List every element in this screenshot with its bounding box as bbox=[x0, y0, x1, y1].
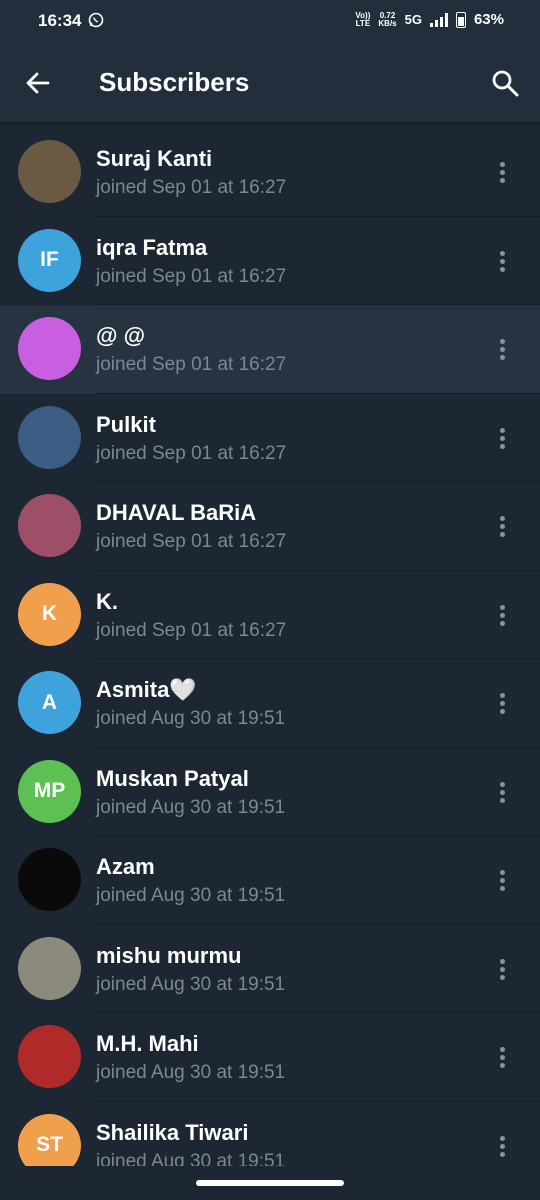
back-arrow-icon[interactable] bbox=[24, 69, 52, 97]
more-options-icon[interactable] bbox=[500, 516, 506, 538]
home-gesture-bar[interactable] bbox=[196, 1180, 344, 1186]
avatar[interactable] bbox=[18, 494, 81, 557]
subscriber-row[interactable]: mishu murmu joined Aug 30 at 19:51 bbox=[0, 925, 540, 1013]
subscriber-name: Muskan Patyal bbox=[96, 765, 249, 791]
subscriber-row[interactable]: Suraj Kanti joined Sep 01 at 16:27 bbox=[0, 128, 540, 217]
subscriber-row[interactable]: A Asmita🤍 joined Aug 30 at 19:51 bbox=[0, 659, 540, 748]
subscriber-name: @ @ bbox=[96, 323, 146, 348]
avatar[interactable] bbox=[18, 317, 81, 380]
subscriber-name: K. bbox=[96, 588, 118, 614]
more-options-icon[interactable] bbox=[500, 958, 506, 981]
network-type: 5G bbox=[404, 12, 422, 27]
signal-icon bbox=[429, 12, 448, 27]
subscriber-name: Asmita🤍 bbox=[96, 677, 197, 702]
battery-icon bbox=[455, 11, 466, 28]
more-options-icon[interactable] bbox=[500, 250, 506, 273]
more-options-icon[interactable] bbox=[500, 870, 506, 892]
avatar[interactable] bbox=[18, 405, 81, 469]
joined-date: joined Sep 01 at 16:27 bbox=[96, 265, 287, 287]
subscriber-name: mishu murmu bbox=[96, 942, 242, 968]
subscriber-row[interactable]: Pulkit joined Sep 01 at 16:27 bbox=[0, 394, 540, 482]
avatar[interactable] bbox=[18, 936, 81, 1000]
more-options-icon[interactable] bbox=[500, 162, 506, 184]
more-options-icon[interactable] bbox=[500, 604, 506, 627]
more-options-icon[interactable] bbox=[500, 1135, 506, 1158]
more-options-icon[interactable] bbox=[500, 1047, 506, 1069]
page-title: Subscribers bbox=[99, 67, 250, 97]
app-bar: Subscribers bbox=[0, 44, 540, 122]
subscriber-row[interactable]: IF iqra Fatma joined Sep 01 at 16:27 bbox=[0, 217, 540, 305]
subscriber-row[interactable]: M.H. Mahi joined Aug 30 at 19:51 bbox=[0, 1013, 540, 1102]
joined-date: joined Aug 30 at 19:51 bbox=[96, 1062, 286, 1083]
joined-date: joined Aug 30 at 19:51 bbox=[96, 885, 286, 906]
subscriber-name: Pulkit bbox=[96, 411, 156, 437]
status-time: 16:34 bbox=[38, 11, 82, 30]
subscriber-list: Suraj Kanti joined Sep 01 at 16:27 IF iqra … bbox=[0, 128, 540, 1190]
joined-date: joined Aug 30 at 19:51 bbox=[96, 708, 286, 729]
avatar[interactable] bbox=[18, 1025, 81, 1088]
subscriber-name: Azam bbox=[96, 854, 155, 879]
navigation-bar bbox=[0, 1166, 540, 1200]
more-options-icon[interactable] bbox=[500, 693, 506, 715]
subscriber-row[interactable]: Azam joined Aug 30 at 19:51 bbox=[0, 836, 540, 925]
search-icon[interactable] bbox=[490, 68, 520, 98]
joined-date: joined Sep 01 at 16:27 bbox=[96, 442, 287, 464]
subscriber-row[interactable]: MP Muskan Patyal joined Aug 30 at 19:51 bbox=[0, 748, 540, 836]
subscriber-row[interactable]: DHAVAL BaRiA joined Sep 01 at 16:27 bbox=[0, 482, 540, 571]
avatar[interactable]: MP bbox=[18, 759, 81, 823]
speed-indicator: 0.72 KB/s bbox=[378, 11, 397, 28]
subscriber-name: M.H. Mahi bbox=[96, 1031, 199, 1056]
volte-indicator: Vo)) LTE bbox=[355, 11, 371, 28]
whatsapp-icon bbox=[88, 12, 104, 28]
volte-bottom: LTE bbox=[355, 18, 371, 28]
subscriber-name: iqra Fatma bbox=[96, 234, 208, 260]
avatar[interactable]: IF bbox=[18, 228, 81, 292]
joined-date: joined Aug 30 at 19:51 bbox=[96, 796, 286, 818]
more-options-icon[interactable] bbox=[500, 427, 506, 450]
avatar[interactable] bbox=[18, 848, 81, 911]
battery-percent: 63% bbox=[473, 11, 504, 28]
subscriber-row[interactable]: K K. joined Sep 01 at 16:27 bbox=[0, 571, 540, 659]
status-bar: 16:34 Vo)) LTE 0.72 KB/s 5G 63% bbox=[0, 0, 540, 44]
subscriber-name: Suraj Kanti bbox=[96, 146, 213, 171]
avatar[interactable]: A bbox=[18, 671, 81, 734]
status-icons: Vo)) LTE 0.72 KB/s 5G 63% bbox=[355, 11, 504, 28]
more-options-icon[interactable] bbox=[500, 339, 506, 361]
joined-date: joined Sep 01 at 16:27 bbox=[96, 177, 287, 198]
joined-date: joined Sep 01 at 16:27 bbox=[96, 354, 287, 375]
speed-unit: KB/s bbox=[378, 18, 397, 28]
subscriber-name: Shailika Tiwari bbox=[96, 1119, 249, 1145]
joined-date: joined Aug 30 at 19:51 bbox=[96, 973, 286, 995]
subscriber-name: DHAVAL BaRiA bbox=[96, 500, 257, 525]
subscriber-row[interactable]: @ @ joined Sep 01 at 16:27 bbox=[0, 305, 540, 394]
more-options-icon[interactable] bbox=[500, 781, 506, 804]
avatar[interactable] bbox=[18, 140, 81, 203]
avatar[interactable]: K bbox=[18, 582, 81, 646]
joined-date: joined Sep 01 at 16:27 bbox=[96, 531, 287, 552]
joined-date: joined Sep 01 at 16:27 bbox=[96, 619, 287, 641]
